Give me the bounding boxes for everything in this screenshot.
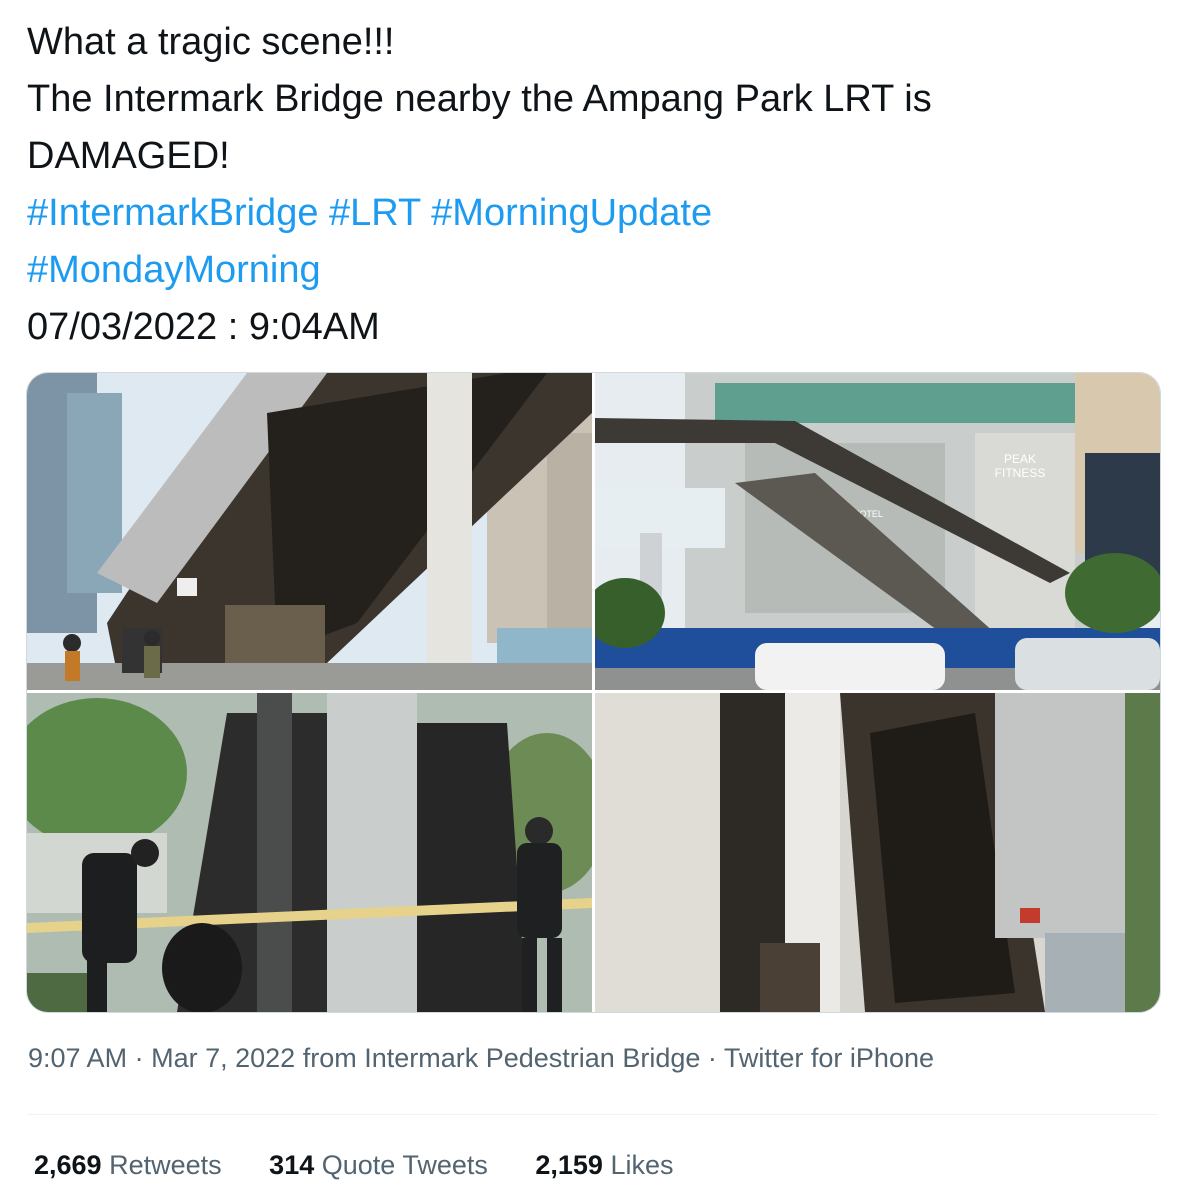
tweet-line: The Intermark Bridge nearby the Ampang P…	[27, 78, 932, 120]
likes-count: 2,159	[535, 1150, 603, 1180]
tweet-meta: 9:07 AM · Mar 7, 2022 from Intermark Ped…	[28, 1043, 934, 1074]
from-prefix: from	[302, 1043, 357, 1073]
tweet-stats: 2,669 Retweets 314 Quote Tweets 2,159 Li…	[34, 1150, 714, 1181]
date-link[interactable]: Mar 7, 2022	[151, 1043, 295, 1073]
retweets-count: 2,669	[34, 1150, 102, 1180]
photo-bridge-overview[interactable]: PEAK FITNESS TOWER HOTEL	[595, 373, 1160, 690]
location-link[interactable]: Intermark Pedestrian Bridge	[364, 1043, 700, 1073]
tweet-line: What a tragic scene!!!	[27, 21, 395, 63]
likes-stat[interactable]: 2,159 Likes	[535, 1150, 673, 1181]
svg-text:FITNESS: FITNESS	[995, 466, 1046, 480]
photo-escalator-closeup[interactable]	[595, 693, 1160, 1012]
retweets-label: Retweets	[109, 1150, 222, 1180]
divider	[28, 1114, 1158, 1115]
retweets-stat[interactable]: 2,669 Retweets	[34, 1150, 222, 1181]
photo-bridge-underside[interactable]	[27, 373, 592, 690]
media-grid: PEAK FITNESS TOWER HOTEL	[26, 372, 1161, 1013]
tweet-text: What a tragic scene!!! The Intermark Bri…	[27, 14, 1167, 356]
meta-separator: ·	[707, 1043, 717, 1073]
svg-text:PEAK: PEAK	[1004, 452, 1036, 466]
meta-separator: ·	[134, 1043, 144, 1073]
hashtag-link[interactable]: #MondayMorning	[27, 249, 321, 291]
hashtag-line: #IntermarkBridge #LRT #MorningUpdate	[27, 185, 1167, 242]
timestamp-link[interactable]: 9:07 AM	[28, 1043, 127, 1073]
quote-tweets-label: Quote Tweets	[321, 1150, 488, 1180]
source-link[interactable]: Twitter for iPhone	[724, 1043, 934, 1073]
quote-tweets-stat[interactable]: 314 Quote Tweets	[269, 1150, 488, 1181]
photo-escalator-cordon[interactable]	[27, 693, 592, 1012]
likes-label: Likes	[610, 1150, 674, 1180]
hashtag-link[interactable]: #IntermarkBridge	[27, 192, 318, 234]
hashtag-link[interactable]: #MorningUpdate	[431, 192, 712, 234]
tweet-date-line: 07/03/2022 : 9:04AM	[27, 306, 380, 348]
hashtag-line: #MondayMorning	[27, 242, 1167, 299]
hashtag-link[interactable]: #LRT	[329, 192, 421, 234]
tweet-line: DAMAGED!	[27, 135, 230, 177]
quote-tweets-count: 314	[269, 1150, 315, 1180]
